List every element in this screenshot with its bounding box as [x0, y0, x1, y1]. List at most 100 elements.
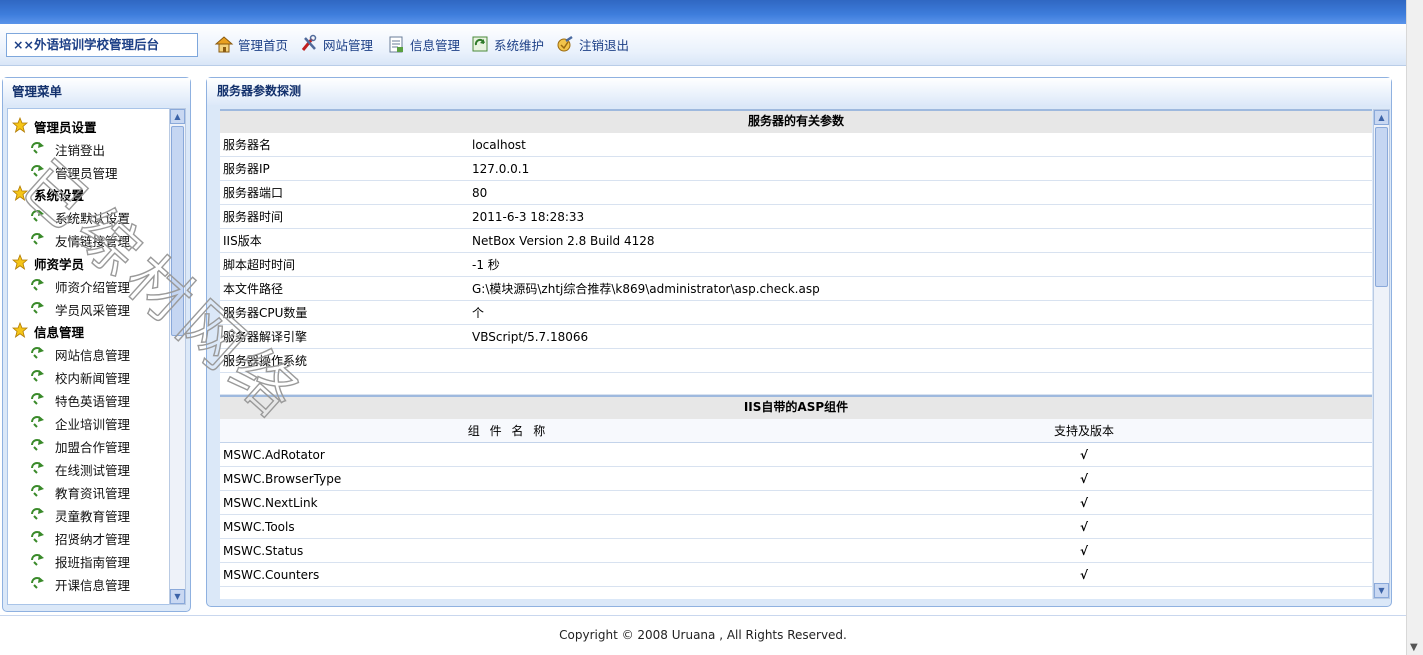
menu-group[interactable]: 管理员设置 [8, 115, 170, 138]
page-scrollbar[interactable]: ▼ [1406, 0, 1423, 655]
param-row: 服务器CPU数量 个 [220, 301, 1372, 325]
tools-icon [301, 34, 317, 51]
component-row: MSWC.BrowserType √ [220, 467, 1372, 491]
nav-home[interactable]: 管理首页 [214, 33, 288, 55]
col-component-name: 组 件 名 称 [467, 424, 549, 438]
component-row: MSWC.AdRotator √ [220, 443, 1372, 467]
menu-link-label: 系统默认设置 [55, 211, 131, 226]
menu-group-label: 系统设置 [34, 188, 85, 204]
menu-link[interactable]: 报班指南管理 [8, 550, 170, 573]
scroll-down-icon[interactable]: ▼ [1410, 642, 1418, 653]
param-key: 服务器时间 [223, 210, 284, 224]
param-value: -1 秒 [472, 258, 500, 272]
menu-link-label: 灵童教育管理 [55, 509, 131, 524]
param-row: 服务器操作系统 [220, 349, 1372, 373]
menu-link[interactable]: 开课信息管理 [8, 573, 170, 596]
sidebar-scrollbar[interactable]: ▲ ▼ [169, 108, 186, 605]
arrow-icon [30, 141, 46, 158]
sidebar-scroll-thumb[interactable] [171, 126, 184, 336]
menu-link[interactable]: 管理员管理 [8, 161, 170, 184]
menu-link[interactable]: 友情链接管理 [8, 229, 170, 252]
menu-group[interactable]: 系统设置 [8, 184, 170, 207]
sidebar-menu: 管理员设置注销登出管理员管理系统设置系统默认设置友情链接管理师资学员师资介绍管理… [7, 108, 171, 605]
menu-link-label: 管理员管理 [55, 165, 118, 181]
scroll-down-icon[interactable]: ▼ [1374, 583, 1389, 598]
components-list: MSWC.AdRotator √ MSWC.BrowserType √ MSWC.Nex… [220, 443, 1372, 587]
menu-group-label: 信息管理 [34, 325, 85, 341]
nav-logout[interactable]: 注销退出 [555, 33, 629, 55]
menu-link-label: 企业培训管理 [55, 417, 131, 432]
arrow-icon [30, 484, 46, 501]
arrow-icon [30, 209, 46, 226]
arrow-icon [30, 392, 46, 409]
scroll-up-icon[interactable]: ▲ [1374, 110, 1389, 125]
param-key: IIS版本 [223, 234, 262, 248]
components-section-title: IIS自带的ASP组件 [220, 395, 1372, 419]
param-key: 服务器IP [223, 162, 270, 176]
site-title: ××外语培训学校管理后台 [6, 33, 198, 57]
menu-link-label: 报班指南管理 [55, 555, 131, 570]
param-key: 本文件路径 [223, 282, 284, 296]
menu-link[interactable]: 学员风采管理 [8, 298, 170, 321]
nav-info-manage[interactable]: 信息管理 [386, 33, 460, 55]
menu-link[interactable]: 特色英语管理 [8, 389, 170, 412]
menu-link[interactable]: 教育资讯管理 [8, 481, 170, 504]
logout-icon [557, 35, 573, 52]
menu-group-label: 师资学员 [34, 256, 85, 272]
menu-link[interactable]: 招贤纳才管理 [8, 527, 170, 550]
arrow-icon [30, 438, 46, 455]
menu-link[interactable]: 网站信息管理 [8, 343, 170, 366]
star-icon [11, 322, 29, 341]
menu-link[interactable]: 加盟合作管理 [8, 435, 170, 458]
menu-link[interactable]: 注销登出 [8, 138, 170, 161]
arrow-icon [30, 301, 46, 318]
arrow-icon [30, 553, 46, 570]
menu-group[interactable]: 师资学员 [8, 252, 170, 275]
star-icon [11, 185, 29, 204]
nav-home-label: 管理首页 [238, 37, 289, 53]
nav-site-manage[interactable]: 网站管理 [299, 33, 373, 55]
param-value: 127.0.0.1 [472, 161, 530, 176]
arrow-icon [30, 576, 46, 593]
component-name: MSWC.Counters [223, 567, 320, 582]
star-icon [11, 253, 29, 273]
component-support: √ [1079, 567, 1088, 582]
server-section-title: 服务器的有关参数 [220, 109, 1372, 133]
col-support: 支持及版本 [1053, 424, 1114, 438]
menu-group[interactable]: 信息管理 [8, 321, 170, 344]
server-params: 服务器名 localhost 服务器IP 127.0.0.1 服务器端口 80 服务器时间 2… [220, 133, 1372, 373]
menu-link-label: 学员风采管理 [55, 302, 131, 318]
nav-system-maintain[interactable]: 系统维护 [470, 33, 544, 55]
arrow-icon [30, 369, 46, 386]
main-scrollbar[interactable]: ▲ ▼ [1373, 109, 1390, 599]
scroll-up-icon[interactable]: ▲ [170, 109, 185, 124]
menu-link[interactable]: 灵童教育管理 [8, 504, 170, 527]
main-scroll-thumb[interactable] [1375, 127, 1388, 287]
arrow-icon [30, 232, 46, 249]
menu-link[interactable]: 在线测试管理 [8, 458, 170, 481]
component-row: MSWC.Status √ [220, 539, 1372, 563]
param-row: 本文件路径 G:\模块源码\zhtj综合推荐\k869\administrator… [220, 277, 1372, 301]
component-name: MSWC.NextLink [223, 495, 318, 510]
menu-link[interactable]: 企业培训管理 [8, 412, 170, 435]
component-support: √ [1079, 471, 1088, 486]
scroll-down-icon[interactable]: ▼ [170, 589, 185, 604]
section-spacer [220, 373, 1372, 395]
param-value: G:\模块源码\zhtj综合推荐\k869\administrator\asp.… [472, 282, 820, 296]
menu-link[interactable]: 师资介绍管理 [8, 275, 170, 298]
component-support: √ [1079, 447, 1088, 462]
nav-info-manage-label: 信息管理 [410, 37, 461, 53]
sidebar-panel: 管理菜单 管理员设置 注销登出 管理员管理 系统设置 系统默认设置 友情链接管理 师资学员师… [2, 77, 191, 612]
menu-link[interactable]: 系统默认设置 [8, 206, 170, 229]
param-row: 服务器解译引擎 VBScript/5.7.18066 [220, 325, 1372, 349]
param-value: VBScript/5.7.18066 [472, 329, 589, 344]
footer-copyright: Copyright © 2008 Uruana , All Rights Res… [0, 615, 1406, 655]
param-key: 脚本超时时间 [223, 258, 296, 272]
param-value: 80 [472, 185, 488, 200]
star-icon [11, 116, 29, 136]
menu-link-label: 注销登出 [55, 142, 106, 158]
menu-link[interactable]: 校内新闻管理 [8, 366, 170, 389]
home-icon [214, 36, 234, 53]
menu-link-label: 招贤纳才管理 [55, 532, 131, 547]
refresh-icon [472, 36, 488, 52]
